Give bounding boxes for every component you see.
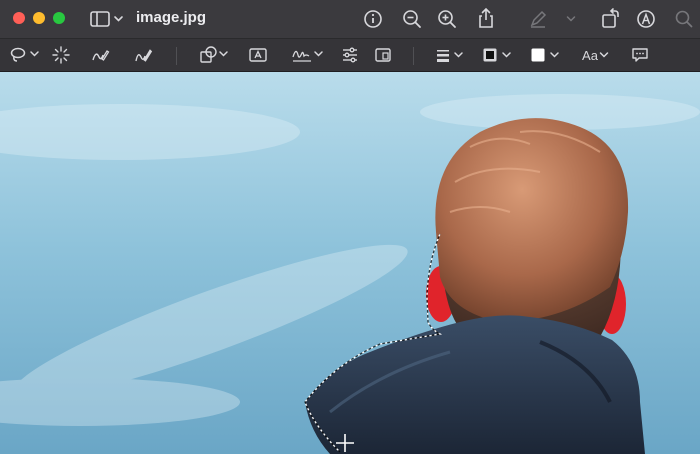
- markup-icon: [637, 10, 655, 28]
- markup-toolbar: Aa: [0, 38, 700, 72]
- instant-alpha-button[interactable]: [51, 45, 71, 65]
- search-button[interactable]: [673, 8, 695, 30]
- border-color-button[interactable]: [481, 45, 515, 65]
- magic-wand-icon: [52, 46, 70, 64]
- shapes-button[interactable]: [198, 45, 232, 65]
- text-button[interactable]: [248, 45, 268, 65]
- zoom-out-icon: [403, 10, 421, 28]
- fill-color-button[interactable]: [529, 45, 563, 65]
- highlight-button[interactable]: [527, 8, 549, 30]
- sketch-button[interactable]: [90, 45, 110, 65]
- rotate-icon: [602, 8, 619, 28]
- adjust-size-button[interactable]: [373, 45, 393, 65]
- info-icon: [364, 10, 382, 28]
- resize-icon: [375, 48, 391, 62]
- zoom-in-icon: [438, 10, 456, 28]
- selection-tools-button[interactable]: [9, 45, 41, 65]
- search-icon: [675, 10, 693, 28]
- highlight-chevron-icon[interactable]: [566, 15, 576, 23]
- minimize-button[interactable]: [33, 12, 45, 24]
- shapes-icon: [200, 46, 228, 63]
- fill-color-icon: [531, 48, 559, 62]
- share-icon: [479, 7, 493, 28]
- chevron-down-icon: [599, 52, 609, 58]
- shape-style-button[interactable]: [434, 45, 466, 65]
- draw-button[interactable]: [133, 45, 153, 65]
- line-weight-icon: [437, 50, 463, 62]
- close-button[interactable]: [13, 12, 25, 24]
- sign-button[interactable]: [291, 45, 325, 65]
- markup-button[interactable]: [635, 8, 657, 30]
- speech-bubble-icon: [632, 48, 648, 62]
- image-canvas[interactable]: [0, 72, 700, 454]
- share-button[interactable]: [475, 6, 497, 30]
- toolbar-separator: [413, 47, 414, 65]
- title-bar: image.jpg: [0, 0, 700, 38]
- adjust-color-button[interactable]: [340, 45, 360, 65]
- photo-boy-hood-sky: [0, 72, 700, 454]
- text-style-label: Aa: [582, 47, 598, 63]
- sketch-icon: [92, 50, 110, 61]
- window-title: image.jpg: [136, 9, 207, 26]
- sidebar-toggle-button[interactable]: [89, 9, 125, 29]
- signature-icon: [292, 50, 323, 62]
- toolbar-separator: [176, 47, 177, 65]
- draw-icon: [135, 49, 153, 62]
- sidebar-icon: [90, 11, 123, 27]
- zoom-button[interactable]: [53, 12, 65, 24]
- lasso-icon: [10, 47, 39, 62]
- border-color-icon: [483, 48, 511, 62]
- info-button[interactable]: [362, 8, 384, 30]
- zoom-in-button[interactable]: [436, 8, 458, 30]
- zoom-out-button[interactable]: [401, 8, 423, 30]
- preview-window: image.jpg Aa: [0, 0, 700, 454]
- sliders-icon: [343, 47, 357, 63]
- highlight-pen-icon: [530, 10, 547, 28]
- text-style-button[interactable]: Aa: [580, 45, 612, 65]
- text-box-icon: [249, 48, 267, 62]
- image-description-button[interactable]: [630, 45, 650, 65]
- rotate-button[interactable]: [599, 6, 621, 30]
